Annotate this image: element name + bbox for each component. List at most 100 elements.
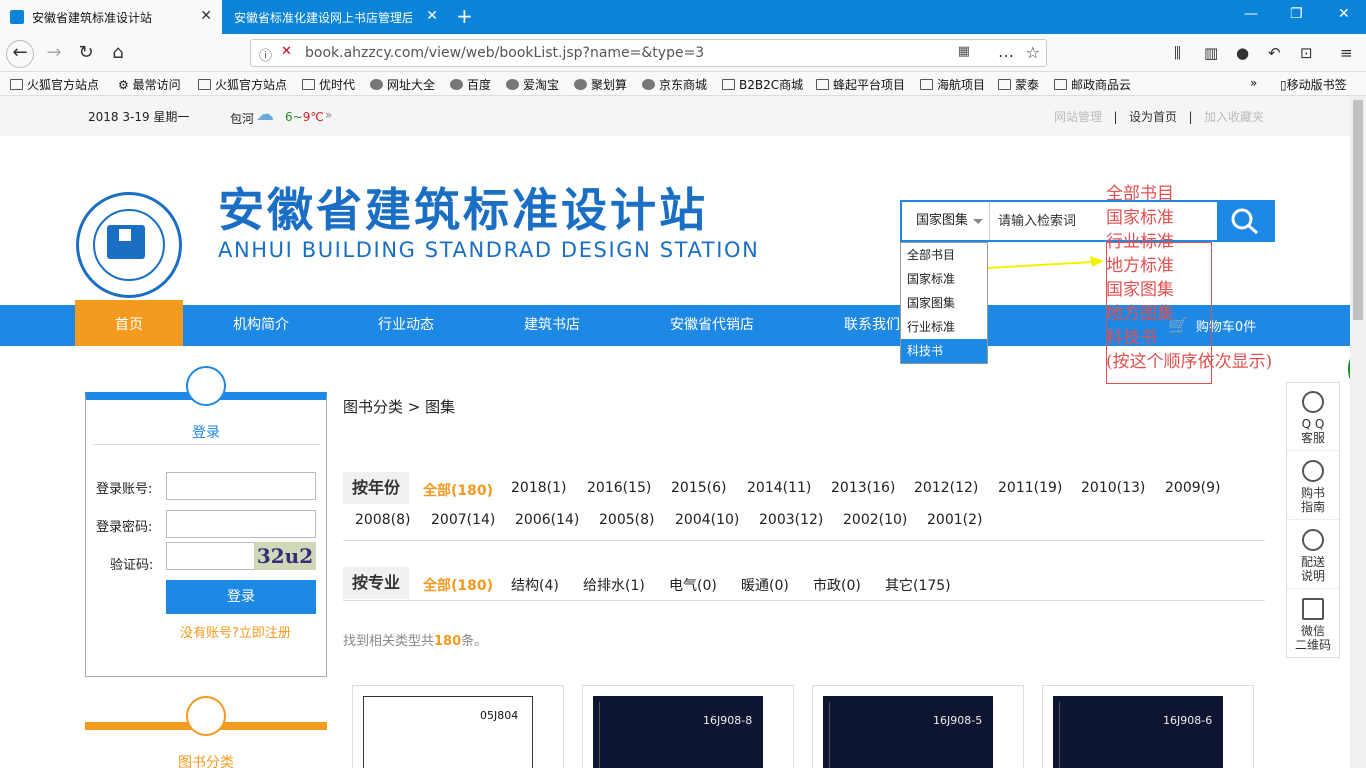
- new-tab-icon[interactable]: +: [456, 4, 473, 28]
- account-field[interactable]: [166, 472, 316, 500]
- year-option[interactable]: 全部(180): [423, 480, 493, 500]
- undo-icon[interactable]: ↶: [1268, 44, 1281, 62]
- wechat-qr[interactable]: 微信 二维码: [1287, 590, 1339, 658]
- year-option[interactable]: 2012(12): [914, 480, 978, 496]
- bookmark-item[interactable]: 爱淘宝: [506, 76, 559, 93]
- book-cover[interactable]: 16J908-5: [823, 696, 993, 768]
- bookmark-item[interactable]: 海航项目: [920, 76, 985, 93]
- dropdown-option[interactable]: 国家图集: [901, 291, 987, 315]
- year-option[interactable]: 2002(10): [843, 512, 907, 528]
- chat-icon[interactable]: ●: [1236, 44, 1249, 62]
- nav-home[interactable]: 首页: [75, 300, 183, 346]
- nav-agents[interactable]: 安徽省代销店: [656, 305, 768, 346]
- bookmarks-more[interactable]: »: [1250, 76, 1257, 90]
- book-card[interactable]: 16J908-6: [1042, 685, 1254, 768]
- major-option[interactable]: 其它(175): [885, 575, 951, 595]
- bookmark-item[interactable]: 网址大全: [370, 76, 435, 93]
- book-card[interactable]: 16J908-5: [812, 685, 1024, 768]
- page-actions-icon[interactable]: …: [998, 42, 1014, 61]
- captcha-input[interactable]: [166, 542, 266, 570]
- major-option[interactable]: 暖通(0): [741, 575, 789, 595]
- purchase-guide[interactable]: 购书 指南: [1287, 452, 1339, 520]
- close-icon[interactable]: ✕: [426, 8, 438, 24]
- bookmark-item[interactable]: ⚙ 最常访问: [118, 76, 181, 93]
- dropdown-option[interactable]: 国家标准: [901, 267, 987, 291]
- insecure-lock-icon[interactable]: ✕: [281, 44, 292, 59]
- major-option[interactable]: 电气(0): [669, 575, 717, 595]
- nav-about[interactable]: 机构简介: [205, 305, 317, 346]
- tab-active[interactable]: 安徽省建筑标准设计站 ✕: [0, 0, 222, 34]
- bookmark-item[interactable]: 火狐官方站点: [198, 76, 287, 93]
- weather-more[interactable]: »: [325, 108, 332, 122]
- year-option[interactable]: 2006(14): [515, 512, 579, 528]
- bookmark-item[interactable]: 聚划算: [574, 76, 627, 93]
- dropdown-option[interactable]: 行业标准: [901, 315, 987, 339]
- bookmark-item[interactable]: 邮政商品云: [1054, 76, 1131, 93]
- maximize-icon[interactable]: ❐: [1290, 6, 1303, 22]
- book-card[interactable]: 16J908-8: [582, 685, 794, 768]
- page-scrollbar[interactable]: [1350, 96, 1366, 768]
- close-icon[interactable]: ✕: [200, 8, 212, 24]
- site-logo-seal[interactable]: [76, 192, 182, 298]
- bookmark-item[interactable]: 优时代: [302, 76, 355, 93]
- search-type-select[interactable]: 国家图集: [902, 202, 990, 240]
- register-link[interactable]: 没有账号?立即注册: [180, 622, 291, 641]
- password-field[interactable]: [166, 510, 316, 538]
- year-option[interactable]: 2018(1): [511, 480, 566, 496]
- year-option[interactable]: 2001(2): [927, 512, 982, 528]
- url-text[interactable]: book.ahzzcy.com/view/web/bookList.jsp?na…: [305, 45, 704, 61]
- screenshot-icon[interactable]: ⊡: [1300, 44, 1313, 62]
- minimize-icon[interactable]: —: [1244, 6, 1258, 22]
- nav-news[interactable]: 行业动态: [350, 305, 462, 346]
- qq-service[interactable]: Q Q 客服: [1287, 383, 1339, 451]
- forward-arrow-icon[interactable]: →: [40, 40, 68, 68]
- sidebar-icon[interactable]: ▥: [1204, 44, 1218, 62]
- delivery-info[interactable]: 配送 说明: [1287, 521, 1339, 589]
- library-icon[interactable]: ⫼: [1174, 44, 1181, 62]
- back-arrow-icon[interactable]: ←: [6, 40, 34, 68]
- add-favorite-link[interactable]: 加入收藏夹: [1204, 110, 1264, 124]
- bookmark-item[interactable]: B2B2C商城: [722, 76, 803, 93]
- address-bar[interactable]: ⓘ ✕ book.ahzzcy.com/view/web/bookList.js…: [250, 39, 1047, 67]
- year-option[interactable]: 2013(16): [831, 480, 895, 496]
- book-cover[interactable]: 16J908-6: [1053, 696, 1223, 768]
- major-option[interactable]: 全部(180): [423, 575, 493, 595]
- book-cover[interactable]: 05J804: [363, 696, 533, 768]
- reload-icon[interactable]: ↻: [72, 40, 100, 68]
- book-card[interactable]: 05J804: [352, 685, 564, 768]
- tab-admin[interactable]: 安徽省标准化建设网上书店管理后台 ✕: [224, 0, 448, 34]
- year-option[interactable]: 2008(8): [355, 512, 410, 528]
- book-cover[interactable]: 16J908-8: [593, 696, 763, 768]
- qr-code-icon[interactable]: ▦: [958, 44, 970, 59]
- bookmark-item[interactable]: 蒙泰: [998, 76, 1039, 93]
- home-icon[interactable]: ⌂: [104, 40, 132, 68]
- bookmark-item[interactable]: 蜂起平台项目: [816, 76, 905, 93]
- major-option[interactable]: 给排水(1): [583, 575, 645, 595]
- year-option[interactable]: 2004(10): [675, 512, 739, 528]
- year-option[interactable]: 2005(8): [599, 512, 654, 528]
- major-option[interactable]: 市政(0): [813, 575, 861, 595]
- dropdown-option[interactable]: 全部书目: [901, 243, 987, 267]
- set-homepage-link[interactable]: 设为首页: [1129, 110, 1177, 124]
- nav-bookstore[interactable]: 建筑书店: [496, 305, 608, 346]
- year-option[interactable]: 2003(12): [759, 512, 823, 528]
- bookmark-item[interactable]: 百度: [450, 76, 491, 93]
- year-option[interactable]: 2009(9): [1165, 480, 1220, 496]
- year-option[interactable]: 2014(11): [747, 480, 811, 496]
- year-option[interactable]: 2016(15): [587, 480, 651, 496]
- scrollbar-thumb[interactable]: [1353, 100, 1363, 320]
- login-button[interactable]: 登录: [166, 580, 316, 614]
- year-option[interactable]: 2011(19): [998, 480, 1062, 496]
- dropdown-option-highlighted[interactable]: 科技书: [901, 339, 987, 363]
- year-option[interactable]: 2010(13): [1081, 480, 1145, 496]
- year-option[interactable]: 2015(6): [671, 480, 726, 496]
- bookmark-item[interactable]: 火狐官方站点: [10, 76, 99, 93]
- info-icon[interactable]: ⓘ: [259, 45, 272, 64]
- window-close-icon[interactable]: ✕: [1338, 6, 1350, 22]
- year-option[interactable]: 2007(14): [431, 512, 495, 528]
- site-admin-link[interactable]: 网站管理: [1054, 110, 1102, 124]
- mobile-bookmarks[interactable]: ▯移动版书签: [1280, 76, 1347, 93]
- captcha-image[interactable]: 32u2: [254, 542, 316, 570]
- bookmark-item[interactable]: 京东商城: [642, 76, 707, 93]
- menu-icon[interactable]: ≡: [1340, 44, 1353, 62]
